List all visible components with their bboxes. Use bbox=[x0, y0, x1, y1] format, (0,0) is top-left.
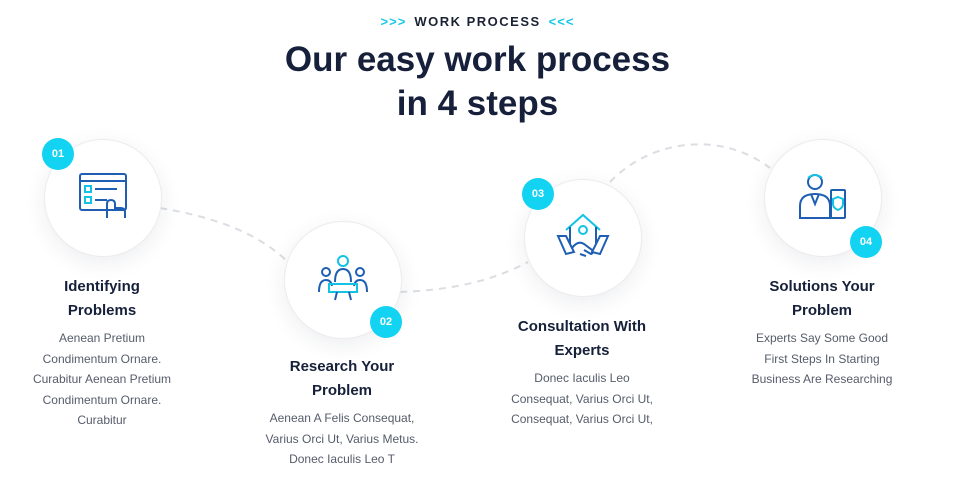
expert-shield-icon bbox=[797, 170, 849, 227]
handshake-house-icon bbox=[556, 210, 610, 267]
step-3-title: Consultation With Experts bbox=[517, 318, 647, 359]
step-4-description: Experts Say Some Good First Steps In Star… bbox=[751, 331, 893, 386]
step-4-title: Solutions Your Problem bbox=[769, 278, 875, 319]
step-1-title: Identifying Problems bbox=[64, 278, 140, 319]
step-1-badge: 01 bbox=[42, 138, 74, 170]
step-2-description: Aenean A Felis Consequat, Varius Orci Ut,… bbox=[265, 411, 419, 466]
checklist-icon bbox=[77, 170, 129, 227]
step-1-description: Aenean Pretium Condimentum Ornare. Curabit… bbox=[32, 331, 172, 427]
step-3-badge: 03 bbox=[522, 178, 554, 210]
step-2-title: Research Your Problem bbox=[289, 358, 395, 399]
step-4-badge: 04 bbox=[850, 226, 882, 258]
step-2-badge: 02 bbox=[370, 306, 402, 338]
team-meeting-icon bbox=[317, 252, 369, 309]
step-3-description: Donec Iaculis Leo Consequat, Varius Orci … bbox=[511, 371, 653, 426]
